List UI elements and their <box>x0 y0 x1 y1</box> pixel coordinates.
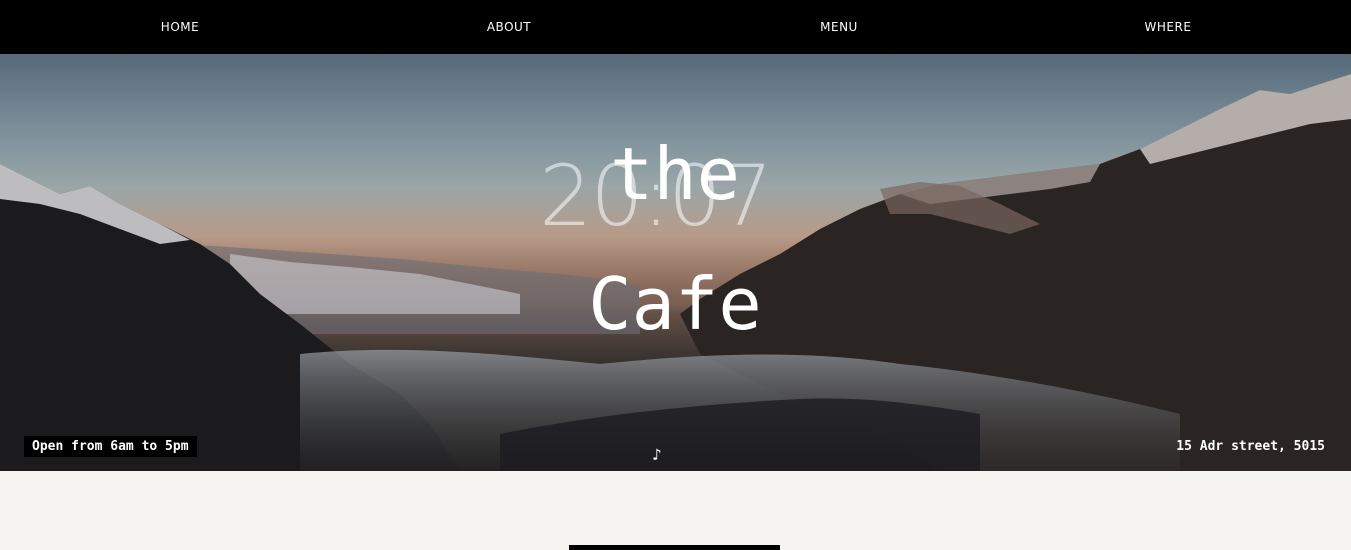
hero-banner: 20:07 the Cafe Open from 6am to 5pm ♪ 15… <box>0 54 1351 471</box>
hero-title-line1: the <box>609 132 741 216</box>
nav-home[interactable]: HOME <box>80 0 280 54</box>
nav-about[interactable]: ABOUT <box>409 0 609 54</box>
nav-menu[interactable]: MENU <box>739 0 939 54</box>
top-nav: HOME ABOUT MENU WHERE <box>0 0 1351 54</box>
hero-title-line2: Cafe <box>588 262 762 346</box>
opening-hours-badge: Open from 6am to 5pm <box>24 436 197 457</box>
nav-where[interactable]: WHERE <box>1068 0 1268 54</box>
section-heading-bar <box>569 545 780 550</box>
music-note-icon[interactable]: ♪ <box>648 446 666 464</box>
address-text: 15 Adr street, 5015 <box>1176 439 1325 454</box>
